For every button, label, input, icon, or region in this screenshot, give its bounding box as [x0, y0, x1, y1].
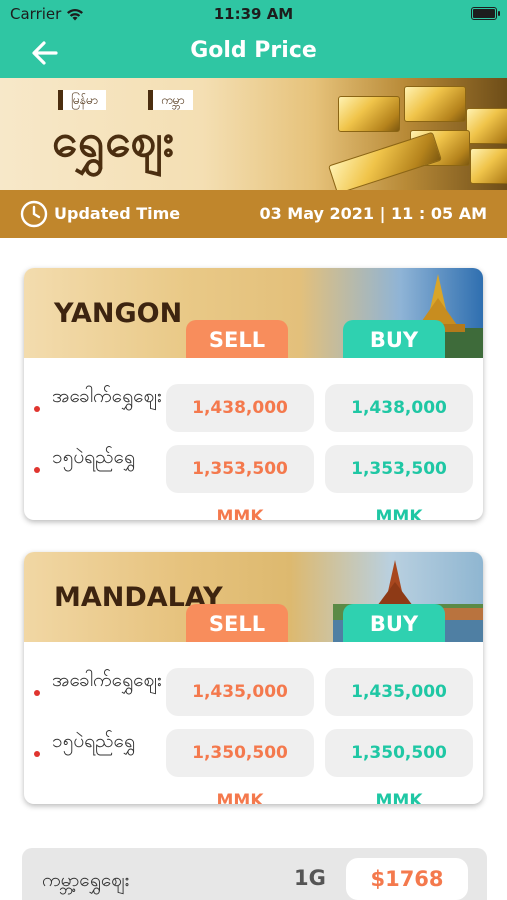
buy-price: 1,438,000 MMK [325, 384, 473, 466]
price-row: အခေါက်ရွှေဈေး 1,438,000 MMK 1,438,000 MM… [24, 382, 483, 466]
battery-icon [471, 7, 500, 20]
city-card-mandalay: MANDALAY SELL BUY အခေါက်ရွှေဈေး 1,435,00… [24, 552, 483, 804]
gold-type-label: အခေါက်ရွှေဈေး [52, 385, 162, 407]
price-row: ၁၅ပဲရည်ရွှေ 1,353,500 MMK 1,353,500 MMK [24, 443, 483, 520]
price-row: အခေါက်ရွှေဈေး 1,435,000 MMK 1,435,000 MM… [24, 666, 483, 750]
sell-price: 1,438,000 MMK [166, 384, 314, 466]
city-name: YANGON [54, 298, 183, 329]
gold-type-label: ၁၅ပဲရည်ရွှေ [52, 446, 136, 468]
city-card-yangon: YANGON SELL BUY အခေါက်ရွှေဈေး 1,438,000 … [24, 268, 483, 520]
world-price-value: $1768 [346, 858, 468, 900]
gold-banner: မြန်မာ ကမ္ဘာ ရွှေဈေး [0, 78, 507, 190]
buy-tab[interactable]: BUY [343, 320, 445, 358]
updated-time-value: 03 May 2021 | 11 : 05 AM [259, 204, 487, 223]
sell-tab[interactable]: SELL [186, 320, 288, 358]
buy-price: 1,353,500 MMK [325, 445, 473, 520]
sell-price: 1,435,000 MMK [166, 668, 314, 750]
sell-price: 1,350,500 MMK [166, 729, 314, 804]
gold-type-label: အခေါက်ရွှေဈေး [52, 669, 162, 691]
banner-tag-myanmar: မြန်မာ [58, 90, 106, 110]
price-row: ၁၅ပဲရည်ရွှေ 1,350,500 MMK 1,350,500 MMK [24, 727, 483, 804]
gold-type-label: ၁၅ပဲရည်ရွှေ [52, 730, 136, 752]
world-price-card: ကမ္ဘာ့ရွှေဈေး 1G $1768 [22, 848, 487, 900]
sell-tab[interactable]: SELL [186, 604, 288, 642]
buy-price: 1,435,000 MMK [325, 668, 473, 750]
status-bar: Carrier 11:39 AM [0, 0, 507, 28]
clock-icon [20, 200, 48, 228]
bullet-dot [34, 690, 40, 696]
world-price-label: ကမ္ဘာ့ရွှေဈေး [42, 869, 130, 891]
buy-price: 1,350,500 MMK [325, 729, 473, 804]
updated-time-label: Updated Time [54, 204, 181, 223]
price-list: YANGON SELL BUY အခေါက်ရွှေဈေး 1,438,000 … [0, 238, 507, 900]
city-card-header: MANDALAY SELL BUY [24, 552, 483, 642]
banner-headline: ရွှေဈေး [52, 113, 176, 167]
world-price-unit: 1G [294, 866, 326, 890]
buy-tab[interactable]: BUY [343, 604, 445, 642]
bullet-dot [34, 467, 40, 473]
bullet-dot [34, 751, 40, 757]
banner-tag-world: ကမ္ဘာ [148, 90, 193, 110]
status-time: 11:39 AM [213, 5, 294, 23]
city-card-header: YANGON SELL BUY [24, 268, 483, 358]
page-title: Gold Price [190, 38, 317, 63]
nav-bar: Gold Price [0, 28, 507, 78]
sell-price: 1,353,500 MMK [166, 445, 314, 520]
updated-time-bar: Updated Time 03 May 2021 | 11 : 05 AM [0, 190, 507, 238]
bullet-dot [34, 406, 40, 412]
